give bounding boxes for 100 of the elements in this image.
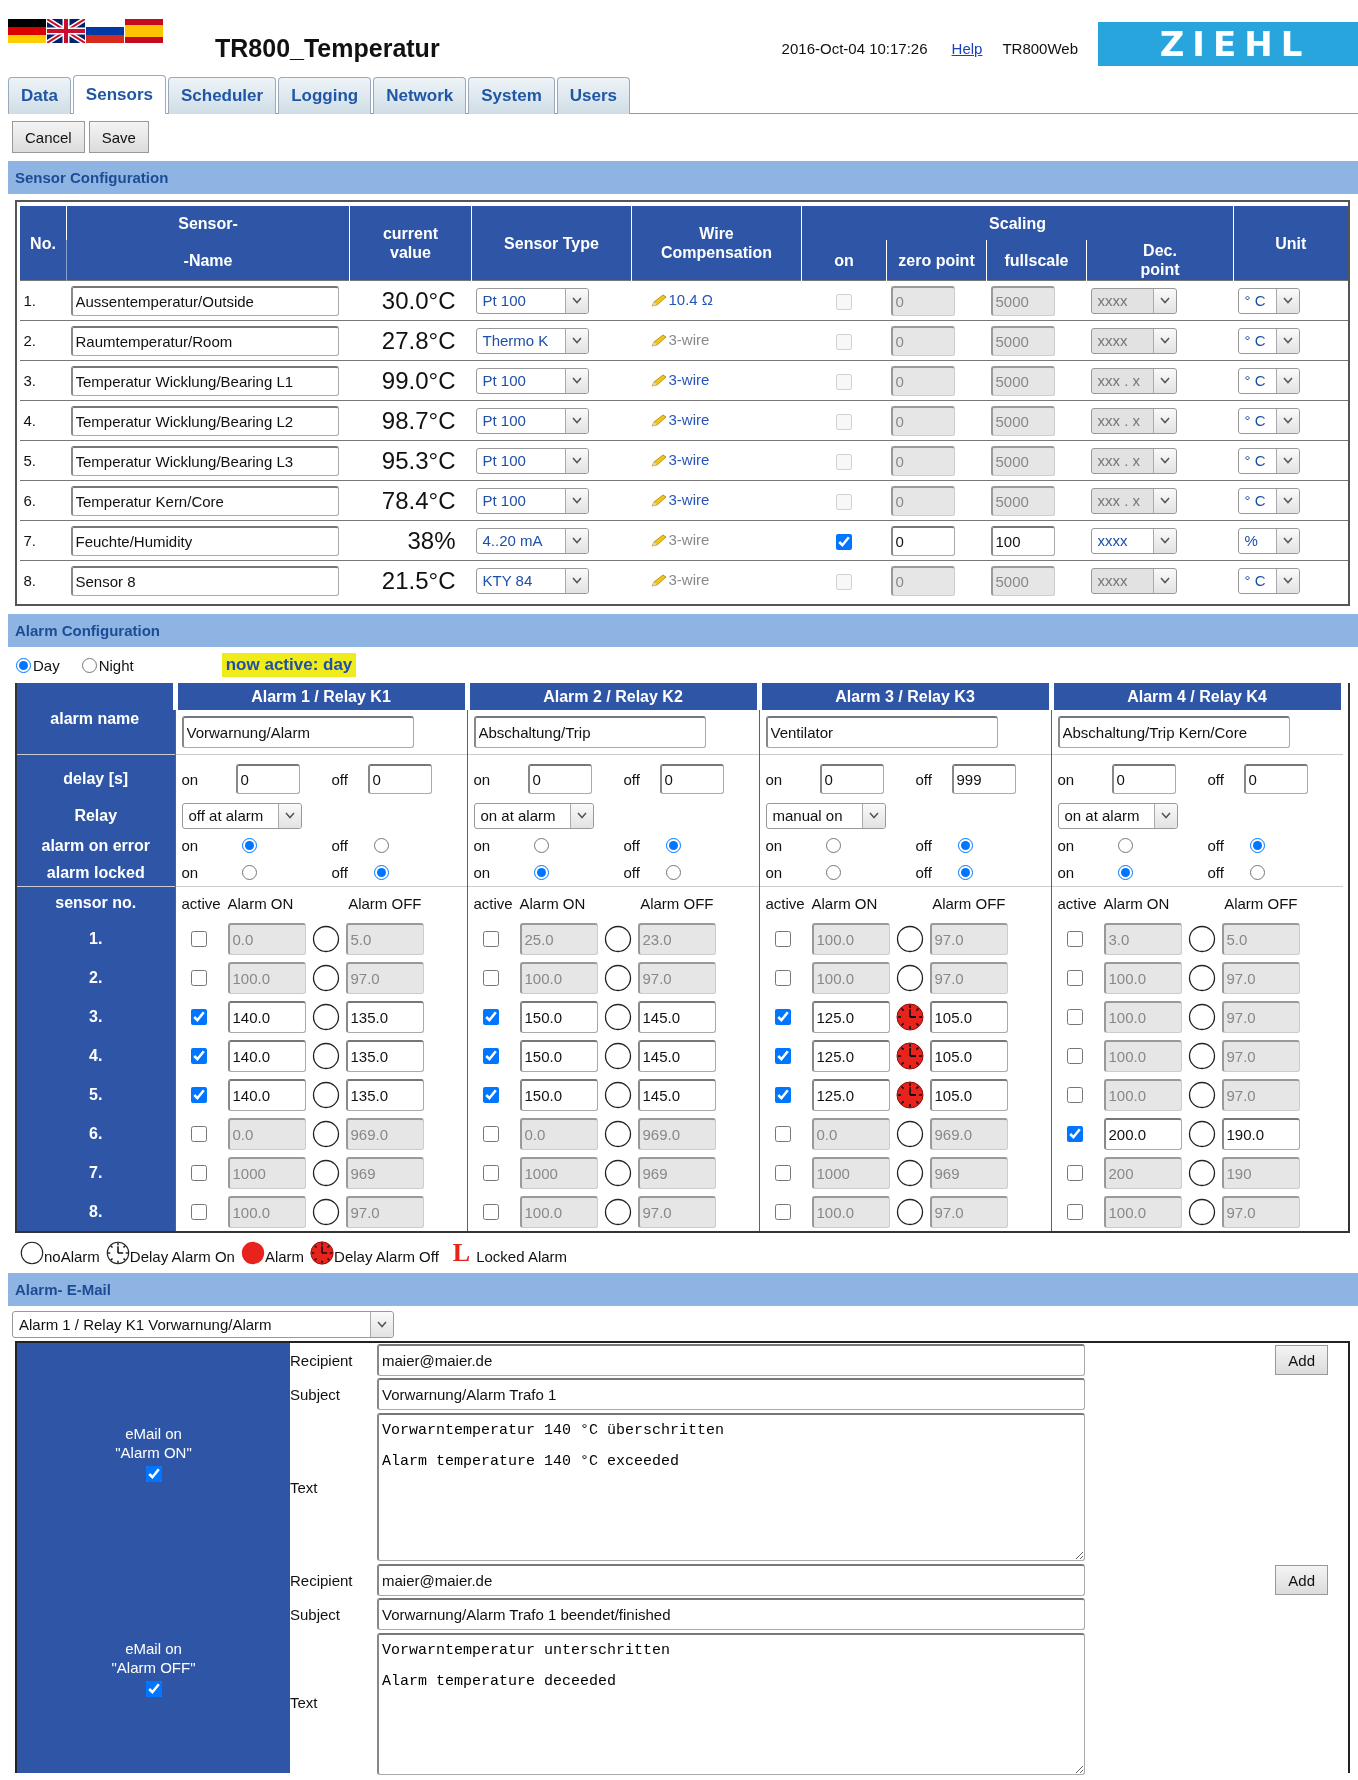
dropdown[interactable]: ° C — [1237, 287, 1300, 314]
text-field[interactable]: Aussentemperatur/Outside — [70, 285, 339, 316]
tab[interactable]: System — [468, 77, 555, 114]
checkbox[interactable] — [190, 1164, 207, 1181]
text-field[interactable]: 190.0 — [1221, 1117, 1300, 1150]
checkbox[interactable] — [1066, 1008, 1083, 1025]
dropdown[interactable]: ° C — [1237, 327, 1300, 354]
tab[interactable]: Logging — [278, 77, 372, 114]
wire-value[interactable]: 3-wire — [668, 570, 710, 588]
dropdown[interactable]: Pt 100 — [475, 287, 589, 314]
wire-value[interactable]: 3-wire — [668, 330, 710, 348]
tab[interactable]: Network — [373, 77, 467, 114]
text-field[interactable]: 0 — [1243, 764, 1308, 794]
radio-button[interactable] — [241, 838, 257, 853]
text-field[interactable]: Abschaltung/Trip — [473, 716, 706, 748]
checkbox[interactable] — [145, 1681, 162, 1697]
text-field[interactable]: 125.0 — [811, 1078, 890, 1111]
radio-button[interactable] — [825, 838, 841, 853]
help-link[interactable]: Help — [951, 40, 983, 57]
text-field[interactable]: 0 — [819, 764, 884, 794]
add-button[interactable]: Add — [1275, 1345, 1328, 1375]
checkbox[interactable] — [1066, 1203, 1083, 1220]
checkbox[interactable] — [482, 1086, 499, 1103]
text-field[interactable]: 0 — [659, 764, 724, 794]
radio-button[interactable] — [241, 865, 257, 880]
pencil-icon[interactable] — [649, 333, 668, 348]
radio-button[interactable] — [373, 838, 389, 853]
text-field[interactable]: Ventilator — [765, 716, 998, 748]
checkbox[interactable] — [482, 1203, 499, 1220]
pencil-icon[interactable] — [649, 573, 668, 588]
flag-icon[interactable] — [8, 19, 46, 43]
dropdown[interactable]: xxxx — [1090, 567, 1177, 594]
text-field[interactable]: 150.0 — [519, 1000, 598, 1033]
text-field[interactable]: Sensor 8 — [70, 565, 339, 596]
radio-button[interactable] — [957, 865, 973, 880]
checkbox[interactable] — [482, 1125, 499, 1142]
dropdown[interactable]: xxx . x — [1090, 407, 1177, 434]
checkbox[interactable] — [482, 1047, 499, 1064]
radio-button[interactable] — [533, 838, 549, 853]
text-field[interactable]: 0 — [890, 525, 955, 556]
dropdown[interactable]: Pt 100 — [475, 487, 589, 514]
tab[interactable]: Scheduler — [167, 77, 277, 114]
dropdown[interactable]: on at alarm — [473, 802, 594, 829]
text-field[interactable]: 0 — [367, 764, 432, 794]
tab[interactable]: Data — [8, 77, 71, 114]
checkbox[interactable] — [774, 1164, 791, 1181]
dropdown[interactable]: ° C — [1237, 567, 1300, 594]
tab[interactable]: Sensors — [72, 75, 166, 114]
text-field[interactable]: 105.0 — [929, 1078, 1008, 1111]
checkbox[interactable] — [774, 930, 791, 947]
radio-button[interactable] — [665, 838, 681, 853]
dropdown[interactable]: ° C — [1237, 447, 1300, 474]
text-field[interactable]: 150.0 — [519, 1078, 598, 1111]
text-field[interactable]: 145.0 — [637, 1039, 716, 1072]
text-field[interactable]: Temperatur Wicklung/Bearing L1 — [70, 365, 339, 396]
wire-value[interactable]: 3-wire — [668, 450, 710, 468]
checkbox[interactable] — [190, 1125, 207, 1142]
text-field[interactable]: maier@maier.de — [377, 1344, 1085, 1376]
text-field[interactable]: 105.0 — [929, 1000, 1008, 1033]
checkbox[interactable] — [836, 533, 852, 550]
checkbox[interactable] — [1066, 1086, 1083, 1103]
text-field[interactable]: 135.0 — [345, 1039, 424, 1072]
checkbox[interactable] — [1066, 1164, 1083, 1181]
checkbox[interactable] — [482, 1008, 499, 1025]
text-field[interactable]: 140.0 — [227, 1000, 306, 1033]
dropdown[interactable]: xxxx — [1090, 327, 1177, 354]
wire-value[interactable]: 3-wire — [668, 370, 710, 388]
text-field[interactable]: 145.0 — [637, 1078, 716, 1111]
text-field[interactable]: 999 — [951, 764, 1016, 794]
text-field[interactable]: 125.0 — [811, 1000, 890, 1033]
checkbox[interactable] — [145, 1466, 162, 1482]
text-field[interactable]: 140.0 — [227, 1039, 306, 1072]
dropdown[interactable]: off at alarm — [181, 802, 302, 829]
pencil-icon[interactable] — [649, 373, 668, 388]
dropdown[interactable]: ° C — [1237, 367, 1300, 394]
checkbox[interactable] — [774, 969, 791, 986]
checkbox[interactable] — [774, 1047, 791, 1064]
dropdown[interactable]: ° C — [1237, 487, 1300, 514]
text-field[interactable]: Abschaltung/Trip Kern/Core — [1057, 716, 1290, 748]
radio-button[interactable] — [373, 865, 389, 880]
checkbox[interactable] — [774, 1008, 791, 1025]
wire-value[interactable]: 3-wire — [668, 410, 710, 428]
checkbox[interactable] — [482, 1164, 499, 1181]
dropdown[interactable]: on at alarm — [1057, 802, 1178, 829]
text-field[interactable]: Vorwarnung/Alarm — [181, 716, 414, 748]
text-field[interactable]: 0 — [1111, 764, 1176, 794]
radio-button[interactable] — [957, 838, 973, 853]
dropdown[interactable]: Pt 100 — [475, 367, 589, 394]
text-field[interactable]: 0 — [235, 764, 300, 794]
checkbox[interactable] — [190, 1047, 207, 1064]
checkbox[interactable] — [774, 1203, 791, 1220]
checkbox[interactable] — [774, 1086, 791, 1103]
text-field[interactable]: 100 — [990, 525, 1055, 556]
checkbox[interactable] — [190, 1203, 207, 1220]
checkbox[interactable] — [190, 1086, 207, 1103]
radio-button[interactable] — [1249, 838, 1265, 853]
text-field[interactable]: 135.0 — [345, 1000, 424, 1033]
radio-button[interactable] — [533, 865, 549, 880]
checkbox[interactable] — [1066, 930, 1083, 947]
text-field[interactable]: Raumtemperatur/Room — [70, 325, 339, 356]
